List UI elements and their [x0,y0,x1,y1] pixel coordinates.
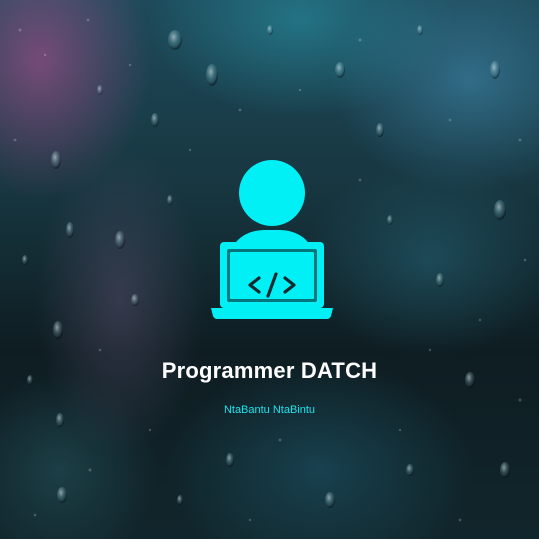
profile-name: Programmer DATCH [161,358,378,383]
programmer-laptop-icon [211,160,333,319]
profile-tagline: NtaBantu NtaBintu [223,404,316,416]
profile-card: Programmer DATCH NtaBantu NtaBintu [0,0,539,539]
background-scene: Programmer DATCH NtaBantu NtaBintu [0,0,539,539]
